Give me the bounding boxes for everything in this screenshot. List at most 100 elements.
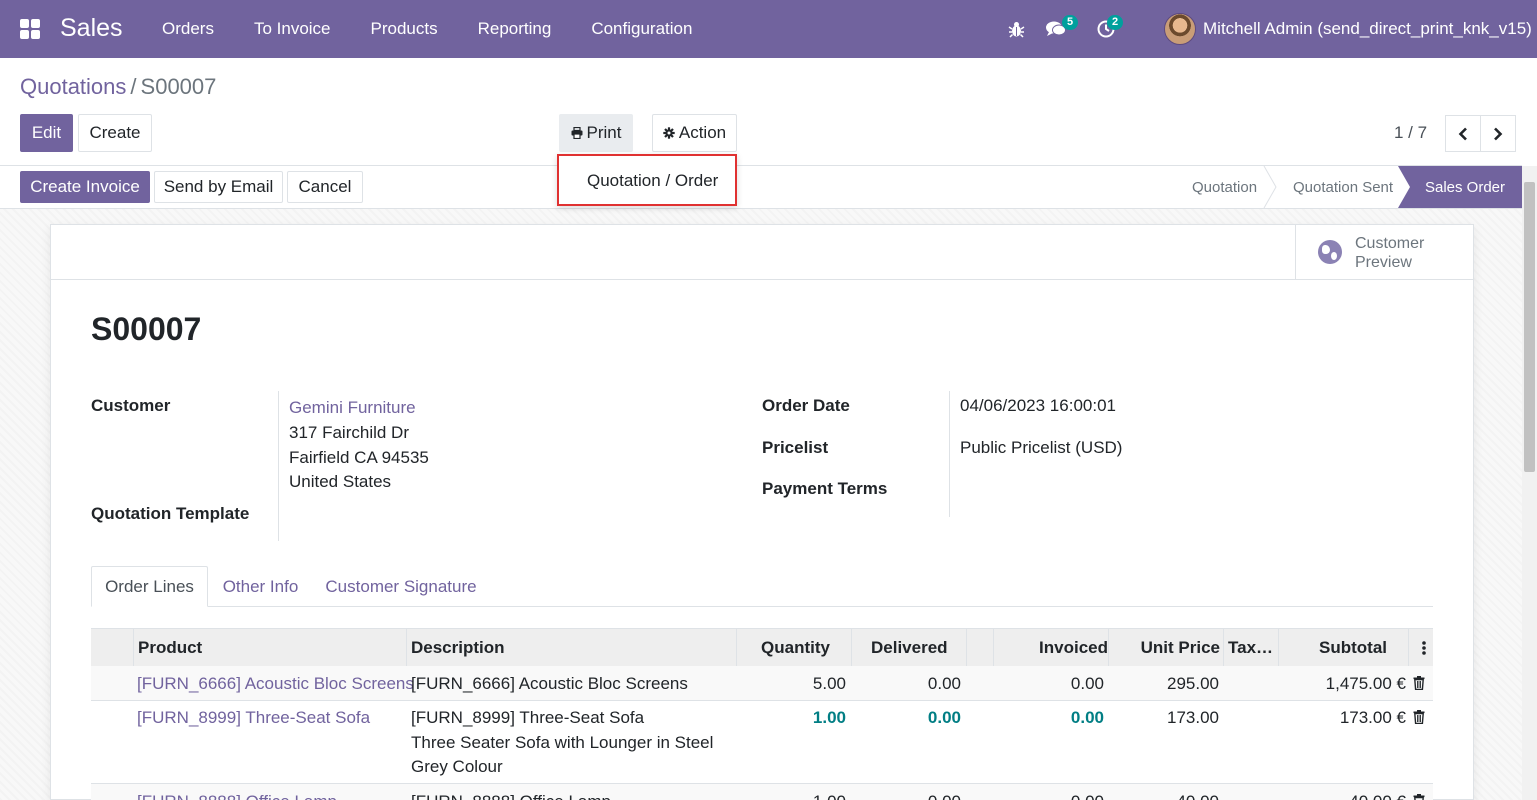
pager-next-button[interactable] <box>1480 115 1516 152</box>
row-description: [FURN_8888] Office Lamp <box>411 792 611 800</box>
column-separator <box>851 629 852 667</box>
breadcrumb-separator: / <box>130 74 137 99</box>
row-description-line: Grey Colour <box>411 757 503 776</box>
app-name[interactable]: Sales <box>60 14 123 43</box>
column-separator <box>966 629 967 667</box>
col-delivered[interactable]: Delivered <box>871 629 948 667</box>
cancel-button[interactable]: Cancel <box>287 171 363 203</box>
menu-products[interactable]: Products <box>371 19 438 39</box>
menu-to-invoice[interactable]: To Invoice <box>254 19 331 39</box>
row-description: [FURN_6666] Acoustic Bloc Screens <box>411 674 688 693</box>
debug-bug-icon[interactable] <box>1008 20 1025 38</box>
row-delivered: 0.00 <box>856 792 961 800</box>
create-invoice-button[interactable]: Create Invoice <box>20 171 150 203</box>
customer-address-city: Fairfield CA 94535 <box>289 448 429 467</box>
row-invoiced: 0.00 <box>998 792 1104 800</box>
main-menu: Orders To Invoice Products Reporting Con… <box>162 19 692 39</box>
order-name: S00007 <box>91 311 202 347</box>
tab-customer-signature[interactable]: Customer Signature <box>313 566 489 607</box>
col-subtotal[interactable]: Subtotal <box>1283 629 1387 667</box>
column-separator <box>1108 629 1109 667</box>
order-date-label: Order Date <box>762 396 850 415</box>
row-invoiced: 0.00 <box>1070 708 1104 727</box>
pager-value[interactable]: 1 / 7 <box>1394 123 1427 143</box>
user-avatar[interactable] <box>1164 13 1196 45</box>
stage-quotation[interactable]: Quotation <box>1192 166 1257 208</box>
chevron-right-icon <box>1494 127 1503 140</box>
send-by-email-button[interactable]: Send by Email <box>154 171 283 203</box>
scrollbar-thumb[interactable] <box>1524 182 1535 472</box>
trash-icon[interactable] <box>1413 676 1425 690</box>
column-separator <box>406 629 407 667</box>
pager-previous-button[interactable] <box>1445 115 1481 152</box>
smart-button-box: Customer Preview <box>51 225 1473 280</box>
customer-address-country: United States <box>289 472 392 491</box>
customer-link[interactable]: Gemini Furniture <box>289 398 416 418</box>
print-quotation-order-item[interactable]: Quotation / Order <box>587 171 718 191</box>
row-product[interactable]: [FURN_8999] Three-Seat Sofa <box>137 708 370 728</box>
row-delivered: 0.00 <box>927 674 961 693</box>
stage-sales-order[interactable]: Sales Order <box>1398 166 1522 208</box>
action-label: Action <box>678 123 727 142</box>
customer-label: Customer <box>91 396 171 415</box>
chevron-left-icon <box>1458 127 1467 140</box>
column-separator <box>736 629 737 667</box>
row-description-line: Three Seater Sofa with Lounger in Steel <box>411 733 714 752</box>
row-description: [FURN_8999] Three-Seat Sofa <box>411 708 645 727</box>
col-product[interactable]: Product <box>138 629 202 667</box>
tab-order-lines[interactable]: Order Lines <box>91 566 208 607</box>
row-subtotal: 1,475.00 € <box>1325 674 1406 693</box>
table-row[interactable]: [FURN_8999] Three-Seat Sofa [FURN_8999] … <box>91 701 1433 784</box>
quotation-template-label: Quotation Template <box>91 504 250 523</box>
top-navbar: Sales Orders To Invoice Products Reporti… <box>0 0 1537 58</box>
menu-configuration[interactable]: Configuration <box>591 19 692 39</box>
row-unit-price: 173.00 <box>1167 708 1219 727</box>
trash-icon[interactable] <box>1413 710 1425 724</box>
row-quantity: 1.00 <box>812 708 846 727</box>
col-unit-price[interactable]: Unit Price <box>1113 629 1220 667</box>
action-button[interactable]: Action <box>652 114 737 152</box>
customer-preview-button[interactable]: Customer Preview <box>1295 225 1473 279</box>
col-taxes[interactable]: Tax… <box>1228 629 1273 667</box>
row-invoiced: 0.00 <box>1070 674 1104 693</box>
table-row[interactable]: [FURN_8888] Office Lamp [FURN_8888] Offi… <box>91 784 1433 800</box>
row-delivered: 0.00 <box>927 708 961 727</box>
messages-count-badge: 5 <box>1062 15 1079 30</box>
order-date-value: 04/06/2023 16:00:01 <box>960 396 1116 415</box>
apps-menu-icon[interactable] <box>20 19 40 39</box>
col-description[interactable]: Description <box>411 629 505 667</box>
print-button[interactable]: Print <box>559 114 633 152</box>
column-separator <box>1408 629 1409 667</box>
breadcrumb: Quotations / S00007 <box>20 74 216 100</box>
pricelist-value: Public Pricelist (USD) <box>960 438 1123 457</box>
row-product[interactable]: [FURN_8888] Office Lamp <box>137 792 337 800</box>
create-button[interactable]: Create <box>78 114 152 152</box>
pricelist-label: Pricelist <box>762 438 829 457</box>
stage-quotation-sent[interactable]: Quotation Sent <box>1293 166 1393 208</box>
menu-orders[interactable]: Orders <box>162 19 214 39</box>
edit-button[interactable]: Edit <box>20 114 73 152</box>
row-product[interactable]: [FURN_6666] Acoustic Bloc Screens <box>137 674 414 694</box>
row-quantity: 1.00 <box>741 792 846 800</box>
activities-count-badge: 2 <box>1107 15 1124 30</box>
stage-separator <box>1263 166 1277 208</box>
field-divider <box>949 391 950 517</box>
menu-reporting[interactable]: Reporting <box>478 19 552 39</box>
row-subtotal: 173.00 € <box>1339 708 1406 727</box>
col-invoiced[interactable]: Invoiced <box>998 629 1108 667</box>
user-menu[interactable]: Mitchell Admin (send_direct_print_knk_v1… <box>1203 19 1532 39</box>
tab-other-info[interactable]: Other Info <box>208 566 313 607</box>
trash-icon[interactable] <box>1413 794 1425 800</box>
customer-address-street: 317 Fairchild Dr <box>289 423 409 442</box>
row-unit-price: 295.00 <box>1167 674 1219 693</box>
breadcrumb-quotations[interactable]: Quotations <box>20 74 126 99</box>
optional-columns-icon[interactable] <box>1422 641 1426 655</box>
row-subtotal: 40.00 € <box>1283 792 1406 800</box>
table-row[interactable]: [FURN_6666] Acoustic Bloc Screens [FURN_… <box>91 666 1433 701</box>
order-lines-header: Product Description Quantity Delivered I… <box>91 628 1433 667</box>
payment-terms-label: Payment Terms <box>762 479 888 498</box>
row-quantity: 5.00 <box>812 674 846 693</box>
print-dropdown-menu: Quotation / Order <box>557 154 737 206</box>
customer-preview-label: Customer Preview <box>1355 235 1425 271</box>
col-quantity[interactable]: Quantity <box>741 629 830 667</box>
